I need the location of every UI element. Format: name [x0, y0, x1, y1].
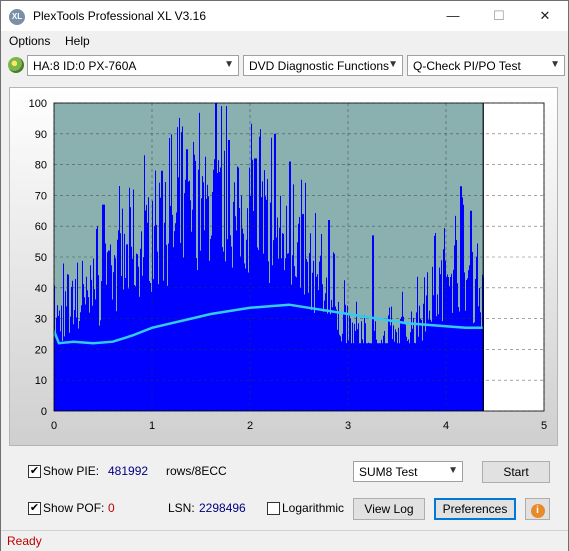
x-tick-label: 3 [345, 420, 351, 432]
app-logo-icon: XL [9, 9, 25, 25]
pie-series-base [54, 343, 484, 411]
close-button[interactable]: ✕ [522, 1, 568, 31]
chevron-down-icon: ▼ [388, 59, 398, 70]
pof-value: 0 [108, 501, 115, 515]
title-bar[interactable]: XL PlexTools Professional XL V3.16 — ☐ ✕ [1, 1, 568, 31]
y-tick-label: 50 [35, 252, 47, 264]
y-tick-label: 0 [41, 406, 47, 418]
show-pie-checkbox[interactable]: ✔ [28, 465, 41, 478]
function-select-value: DVD Diagnostic Functions [249, 59, 390, 73]
menu-options[interactable]: Options [9, 34, 50, 48]
y-tick-label: 30 [35, 314, 47, 326]
x-tick-label: 5 [541, 420, 547, 432]
menu-help[interactable]: Help [65, 34, 90, 48]
y-tick-label: 20 [35, 344, 47, 356]
chart-panel: 0 10 20 30 40 50 60 70 80 90 100 0 1 2 3 4 5 [9, 87, 558, 446]
pie-chart-svg: 0 10 20 30 40 50 60 70 80 90 100 0 1 2 3 4 5 [29, 98, 547, 432]
x-tick-label: 1 [149, 420, 155, 432]
pie-value: 481992 [108, 464, 149, 478]
rows-label: rows/8ECC [166, 464, 227, 478]
y-tick-label: 80 [35, 160, 47, 172]
sum-test-select[interactable]: SUM8 Test ▼ [353, 461, 463, 482]
preferences-button[interactable]: Preferences [434, 498, 516, 520]
info-button[interactable]: i [525, 498, 550, 520]
status-text: Ready [7, 534, 42, 548]
y-tick-label: 70 [35, 190, 47, 202]
drive-select[interactable]: HA:8 ID:0 PX-760A ▼ [27, 55, 239, 76]
chevron-down-icon: ▼ [224, 59, 234, 70]
lsn-label: LSN: [168, 501, 195, 515]
window-title: PlexTools Professional XL V3.16 [33, 9, 206, 23]
toolbar: HA:8 ID:0 PX-760A ▼ DVD Diagnostic Funct… [1, 53, 568, 81]
logarithmic-checkbox[interactable] [267, 502, 280, 515]
chevron-down-icon: ▼ [550, 59, 560, 70]
y-tick-label: 60 [35, 221, 47, 233]
maximize-button[interactable]: ☐ [476, 1, 522, 31]
y-tick-label: 100 [29, 98, 47, 110]
lsn-value: 2298496 [199, 501, 246, 515]
menu-bar: Options Help [1, 31, 568, 52]
logarithmic-label: Logarithmic [282, 501, 345, 515]
controls-panel: ✔ Show PIE: 481992 rows/8ECC SUM8 Test ▼… [9, 453, 558, 529]
drive-select-value: HA:8 ID:0 PX-760A [33, 59, 137, 73]
sum-test-select-value: SUM8 Test [359, 465, 418, 479]
info-icon: i [530, 504, 545, 518]
test-select-value: Q-Check PI/PO Test [413, 59, 521, 73]
main-window: XL PlexTools Professional XL V3.16 — ☐ ✕… [0, 0, 569, 551]
function-select[interactable]: DVD Diagnostic Functions ▼ [243, 55, 403, 76]
show-pie-label: Show PIE: [43, 464, 100, 478]
y-tick-label: 10 [35, 375, 47, 387]
minimize-button[interactable]: — [430, 1, 476, 31]
x-tick-label: 4 [443, 420, 449, 432]
chevron-down-icon: ▼ [448, 465, 458, 476]
test-select[interactable]: Q-Check PI/PO Test ▼ [407, 55, 565, 76]
show-pof-checkbox[interactable]: ✔ [28, 502, 41, 515]
y-tick-label: 90 [35, 129, 47, 141]
disc-drive-icon [8, 57, 24, 73]
x-tick-label: 2 [247, 420, 253, 432]
view-log-button[interactable]: View Log [353, 498, 425, 520]
status-bar: Ready [1, 530, 568, 551]
show-pof-label: Show POF: [43, 501, 105, 515]
y-tick-label: 40 [35, 283, 47, 295]
x-tick-label: 0 [51, 420, 57, 432]
start-button[interactable]: Start [482, 461, 550, 483]
